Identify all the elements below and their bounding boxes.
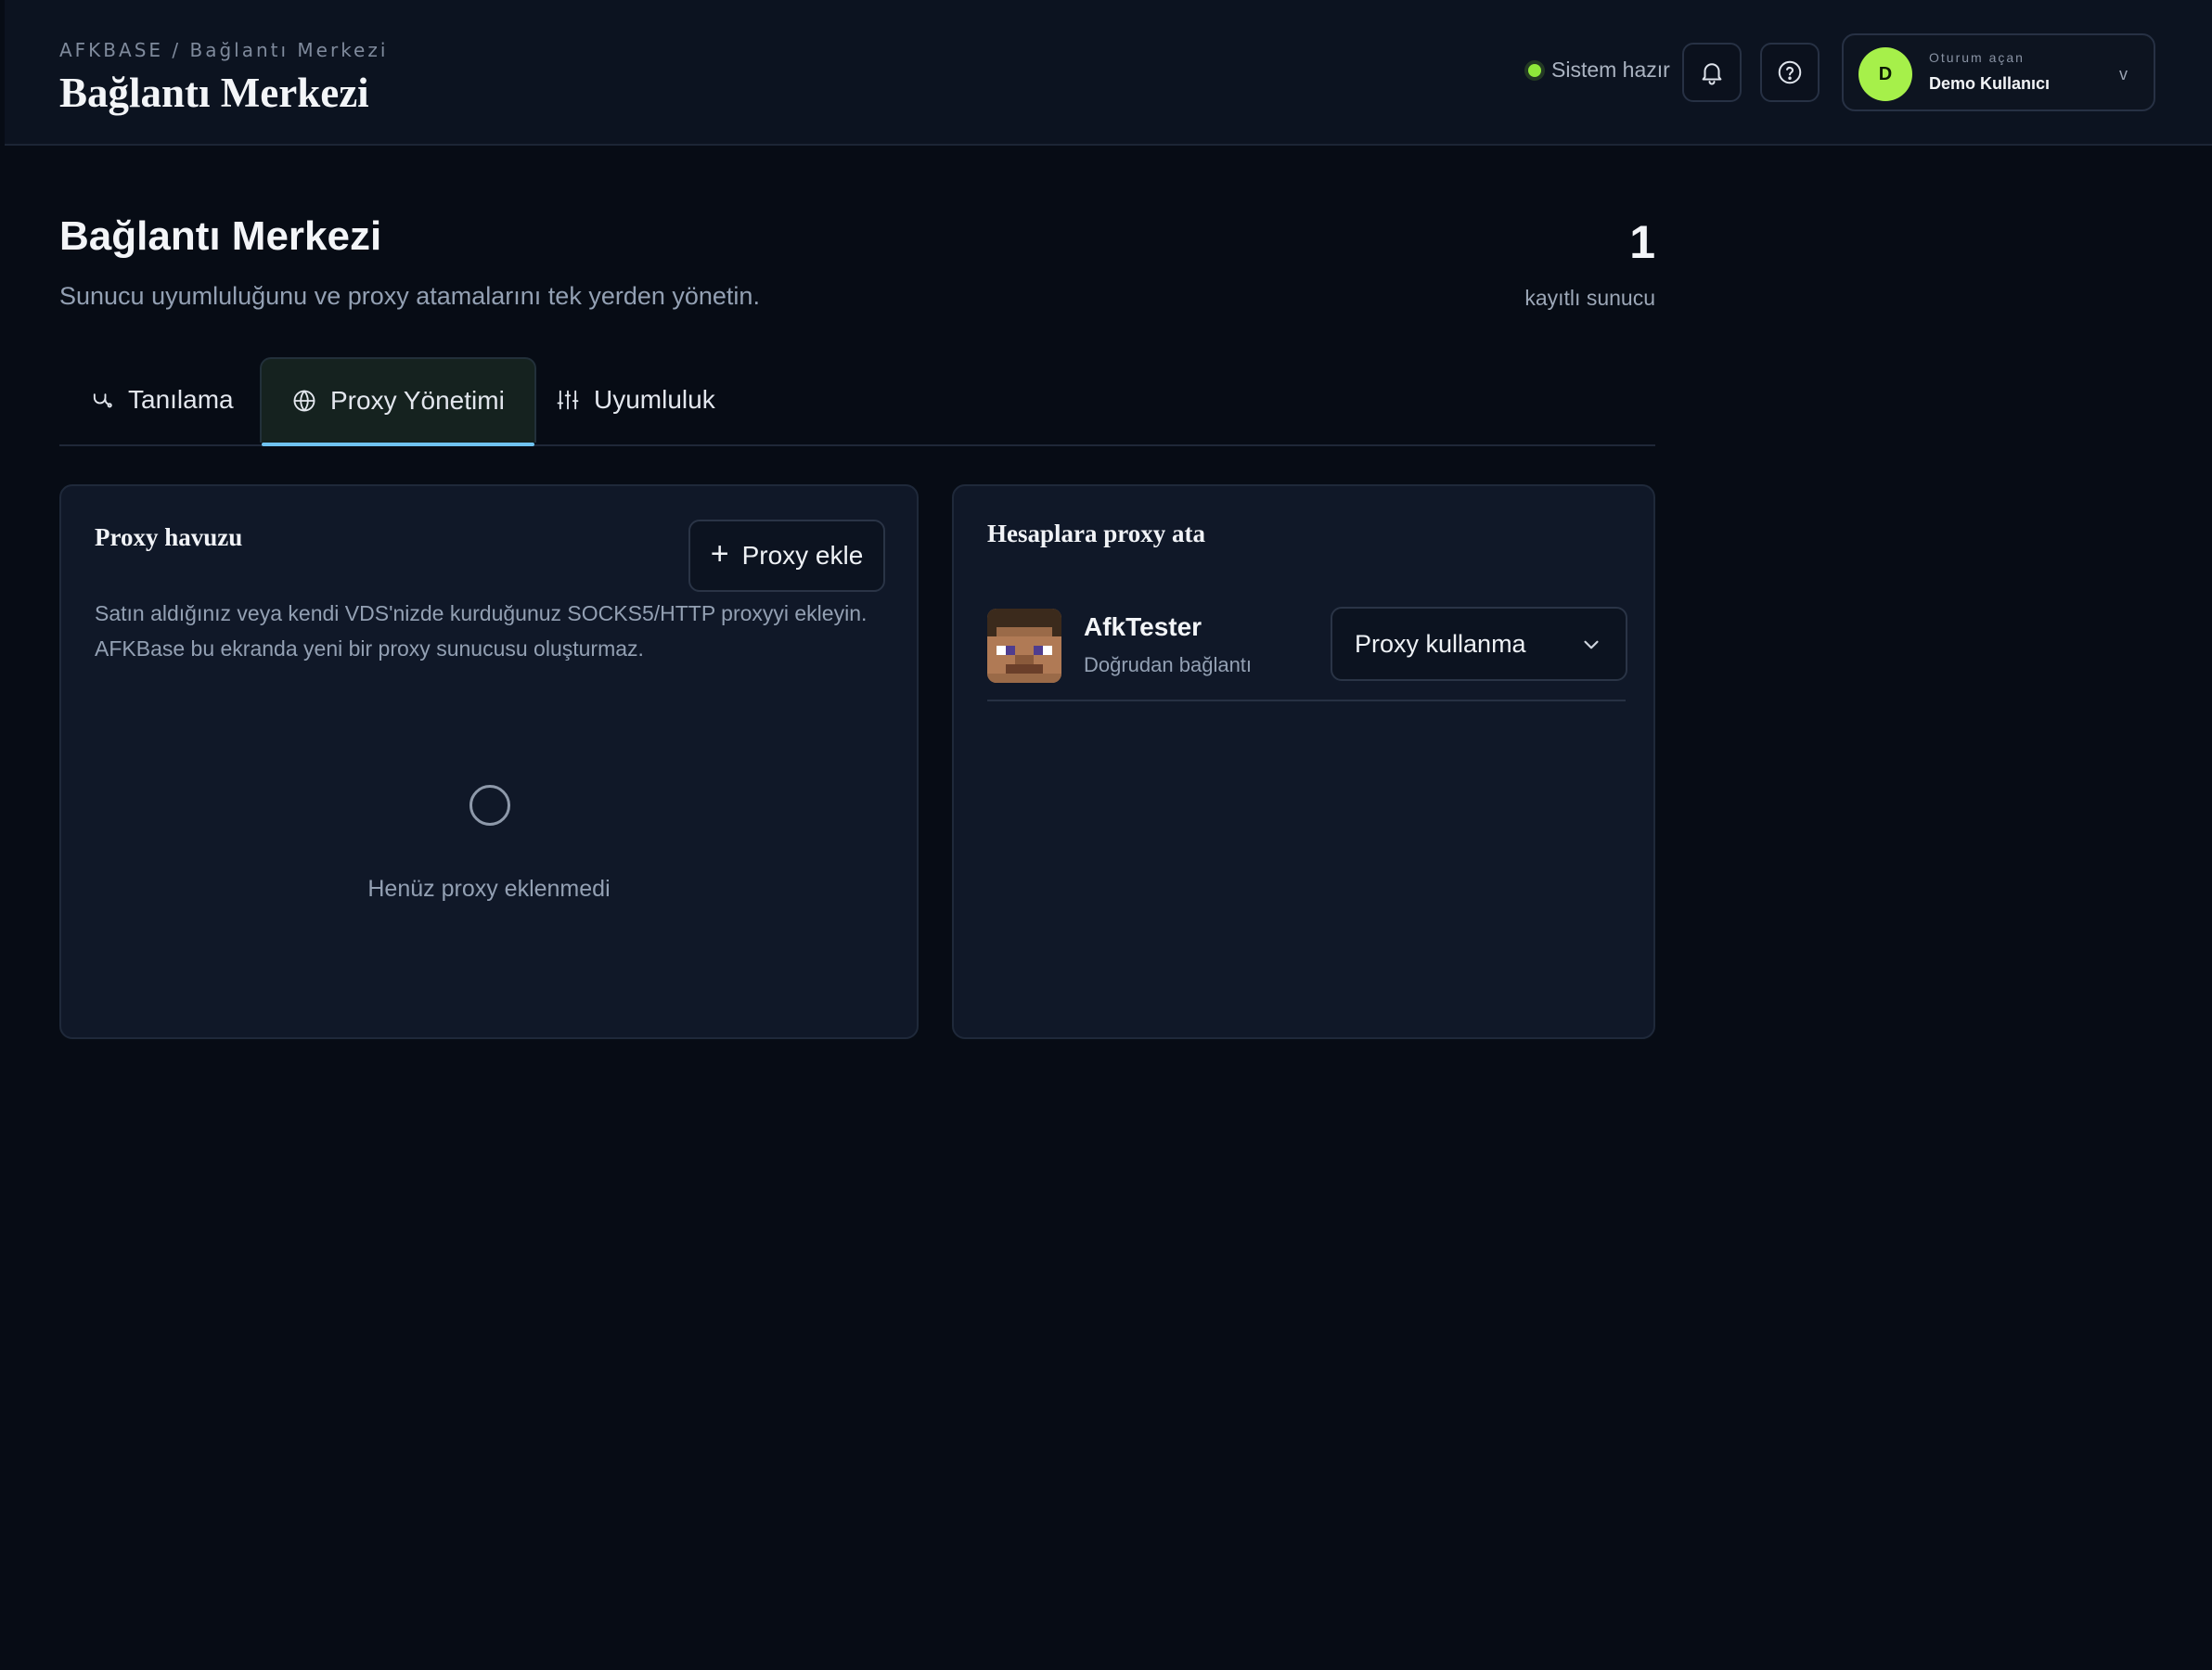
account-connection: Doğrudan bağlantı xyxy=(1084,653,1253,676)
tab-proxy-management[interactable]: Proxy Yönetimi xyxy=(260,357,536,446)
add-proxy-button[interactable]: + Proxy ekle xyxy=(688,520,885,592)
help-circle-icon xyxy=(1778,60,1802,84)
status-dot-icon xyxy=(1528,63,1541,77)
bell-icon xyxy=(1702,63,1722,85)
account-row: AfkTester Doğrudan bağlantı Proxy kullan… xyxy=(987,607,1627,701)
tab-diagnostics[interactable]: Tanılama xyxy=(59,357,264,443)
proxy-pool-description: Satın aldığınız veya kendi VDS'nizde kur… xyxy=(95,601,868,661)
minecraft-head-icon xyxy=(987,609,1061,683)
tab-label: Tanılama xyxy=(128,385,234,414)
server-count-label: kayıtlı sunucu xyxy=(1524,286,1655,310)
avatar: D xyxy=(1858,47,1912,101)
proxy-select-value: Proxy kullanma xyxy=(1355,629,1526,658)
user-name: Demo Kullanıcı xyxy=(1929,74,2051,93)
assign-proxy-card: Hesaplara proxy ata AfkTester Doğrudan b… xyxy=(952,484,1655,1039)
page-title: Bağlantı Merkezi xyxy=(59,213,382,259)
proxy-select[interactable]: Proxy kullanma xyxy=(1331,607,1627,681)
user-menu[interactable]: D Oturum açan Demo Kullanıcı v xyxy=(1842,33,2155,111)
server-count: 1 xyxy=(1629,216,1655,268)
system-status: Sistem hazır xyxy=(1528,58,1670,83)
assign-proxy-title: Hesaplara proxy ata xyxy=(987,520,1205,547)
app-root: AFKBASE / Bağlantı Merkezi Bağlantı Merk… xyxy=(0,0,2212,1670)
add-proxy-label: Proxy ekle xyxy=(741,541,864,570)
help-button[interactable] xyxy=(1760,43,1820,102)
status-text: Sistem hazır xyxy=(1551,58,1670,82)
proxy-pool-title: Proxy havuzu xyxy=(95,523,243,551)
breadcrumb: AFKBASE / Bağlantı Merkezi xyxy=(59,39,389,61)
page-subtitle: Sunucu uyumluluğunu ve proxy atamalarını… xyxy=(59,282,760,310)
notifications-button[interactable] xyxy=(1682,43,1742,102)
tab-label: Proxy Yönetimi xyxy=(330,386,505,415)
tab-compatibility[interactable]: Uyumluluk xyxy=(525,357,745,443)
sliders-icon xyxy=(557,390,579,410)
chevron-down-icon: v xyxy=(2119,65,2128,84)
empty-state-text: Henüz proxy eklenmedi xyxy=(367,876,611,902)
top-bar: AFKBASE / Bağlantı Merkezi Bağlantı Merk… xyxy=(5,0,2212,146)
account-name: AfkTester xyxy=(1084,612,1202,641)
proxy-pool-card: Proxy havuzu + Proxy ekle Satın aldığını… xyxy=(59,484,919,1039)
plus-icon: + xyxy=(710,536,729,572)
globe-icon xyxy=(293,390,315,412)
empty-circle-icon xyxy=(469,785,510,826)
topbar-title: Bağlantı Merkezi xyxy=(59,70,369,116)
tab-label: Uyumluluk xyxy=(594,385,715,414)
chevron-down-icon xyxy=(1584,640,1599,649)
tab-bar: Tanılama Proxy Yönetimi Uyumluluk xyxy=(59,357,1655,446)
user-caption: Oturum açan xyxy=(1929,50,2025,65)
stethoscope-icon xyxy=(93,393,112,408)
